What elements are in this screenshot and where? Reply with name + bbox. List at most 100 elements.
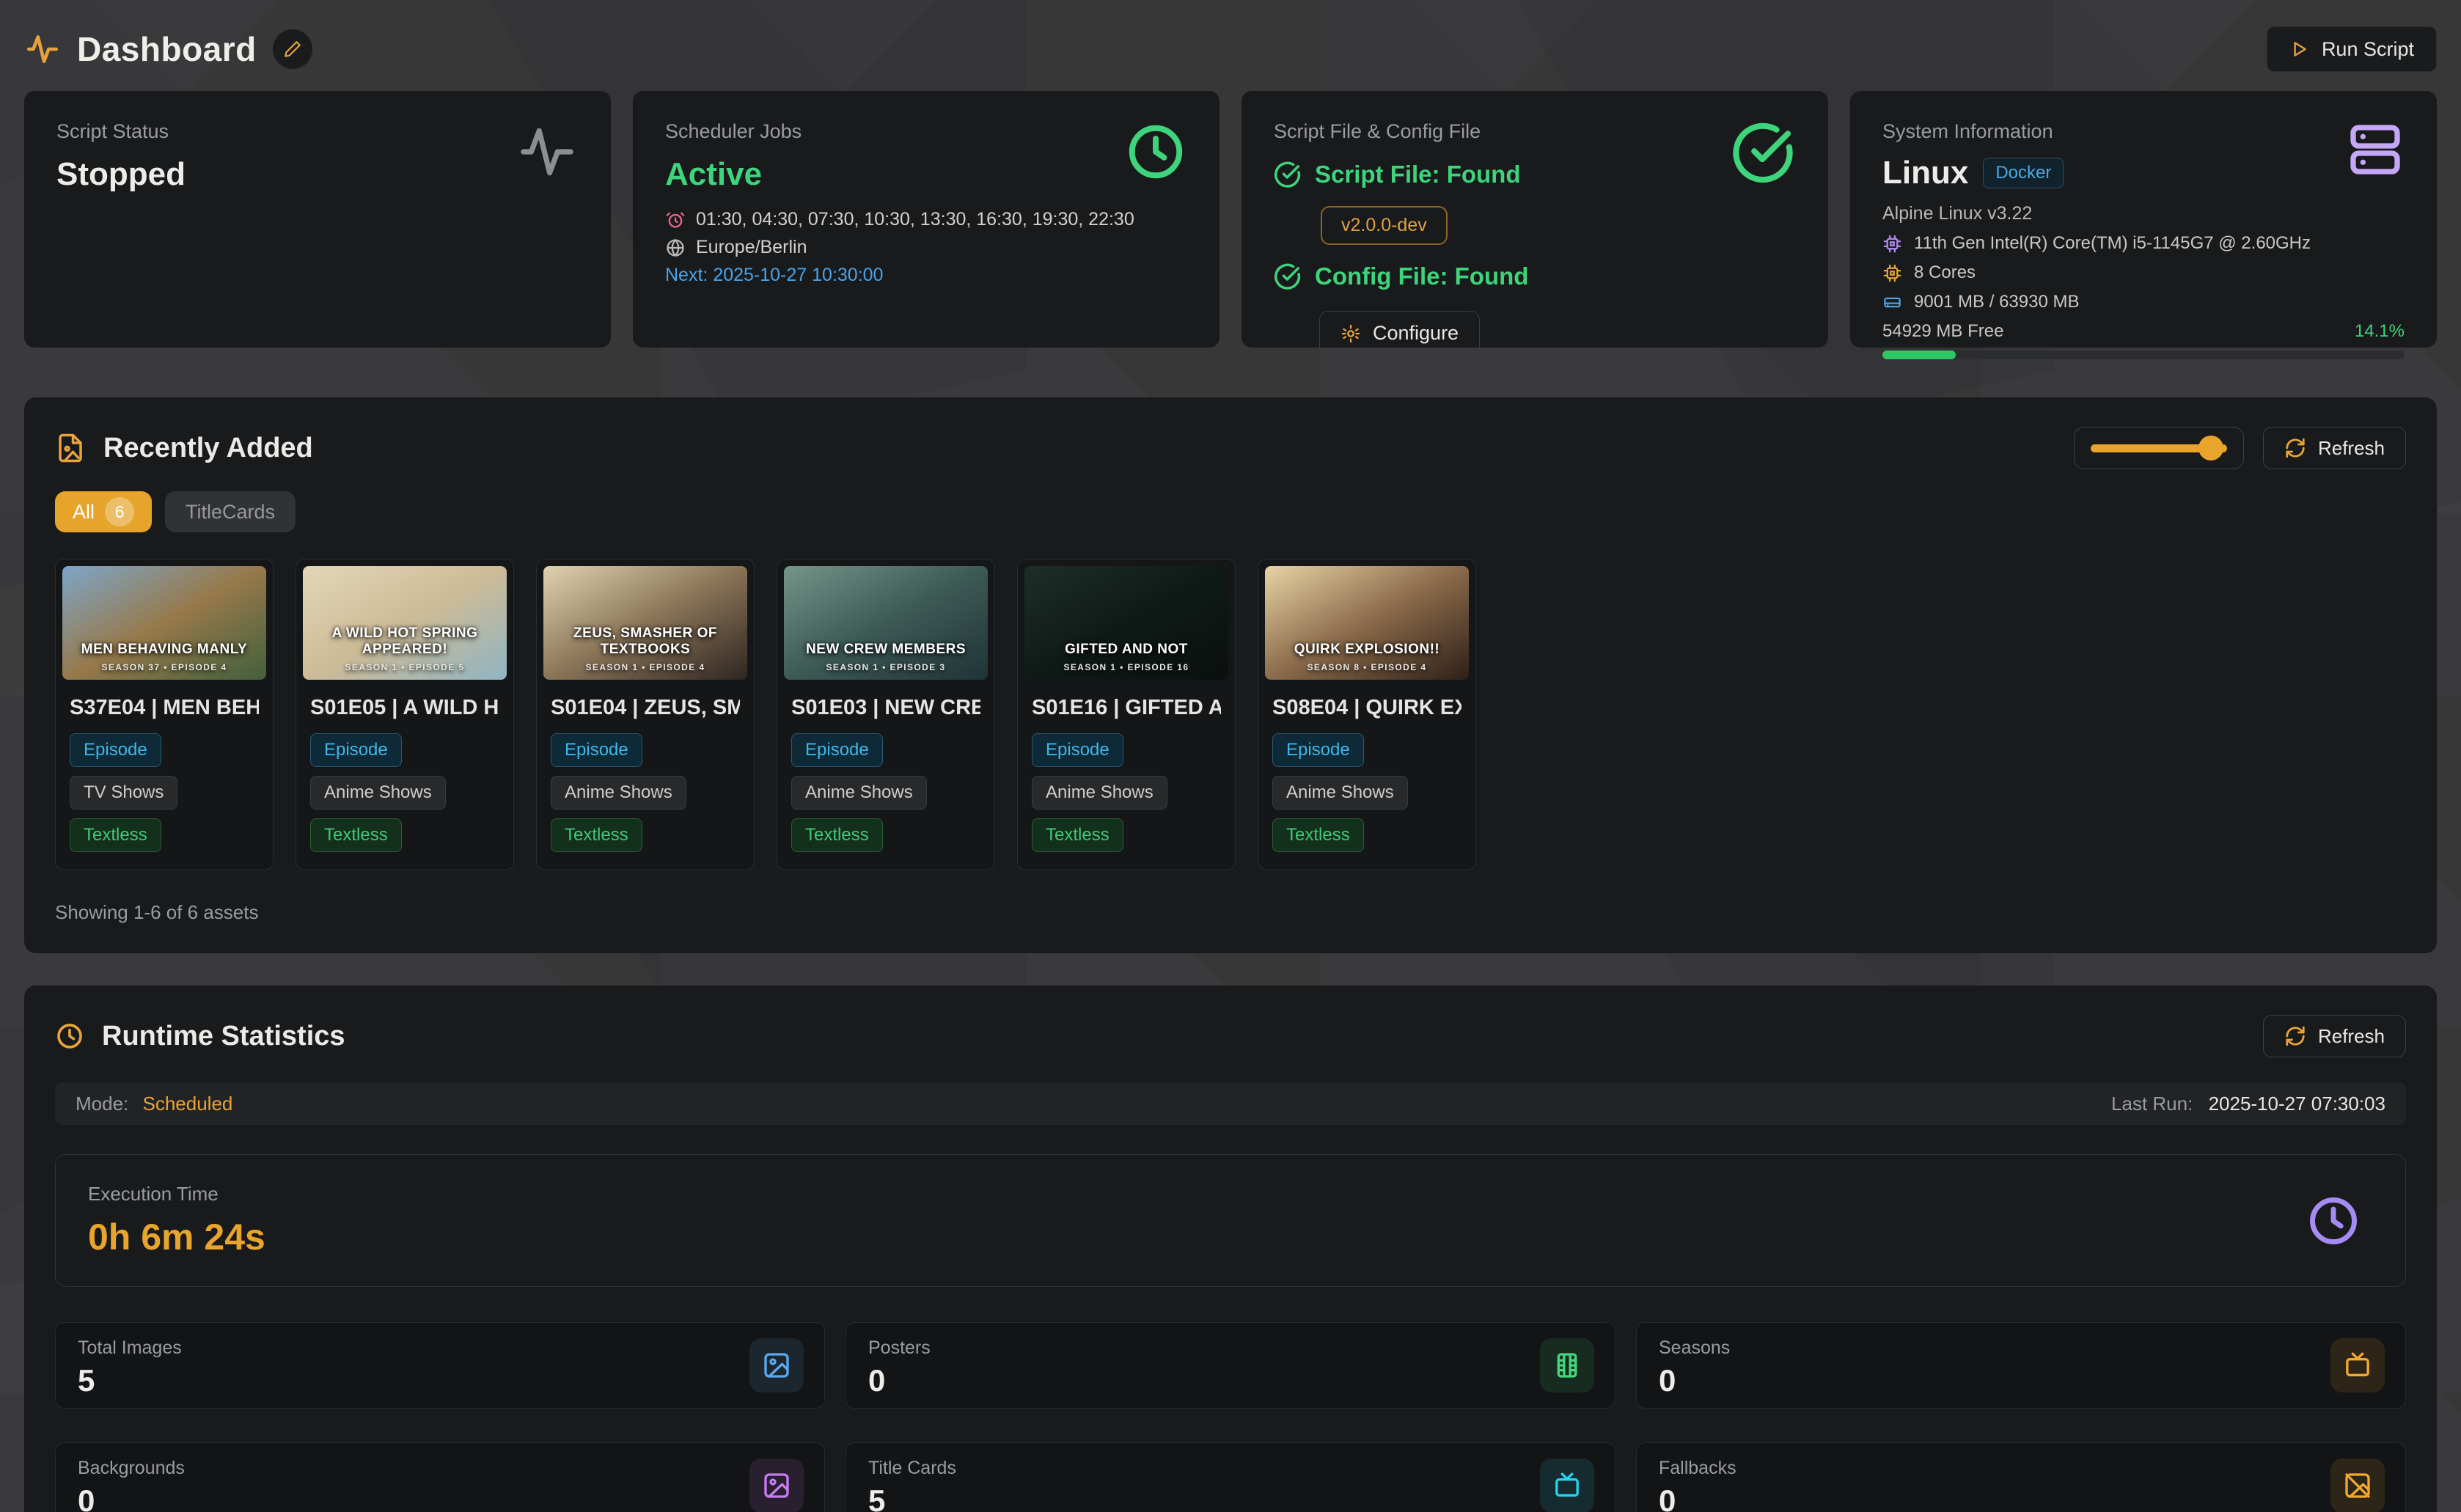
asset-thumbnail: NEW CREW MEMBERS SEASON 1 • EPISODE 3 [784,566,988,680]
system-cpu: 11th Gen Intel(R) Core(TM) i5-1145G7 @ 2… [1914,233,2311,254]
runtime-header: Runtime Statistics Refresh [55,1015,2406,1057]
card-label: Scheduler Jobs [665,120,1187,143]
stat-value: 5 [868,1483,1593,1512]
image-icon [749,1458,804,1512]
check-circle-icon [1274,161,1302,188]
script-status-card: Script Status Stopped [24,91,611,348]
clock-icon [1124,120,1187,183]
stat-label: Backgrounds [78,1458,802,1479]
asset-card[interactable]: GIFTED AND NOT SEASON 1 • EPISODE 16 S01… [1017,559,1236,870]
stat-tile: Title Cards 5 [846,1442,1615,1512]
stat-tile: Backgrounds 0 [55,1442,825,1512]
system-memory: 9001 MB / 63930 MB [1914,292,2079,312]
asset-title: S01E03 | NEW CREW ME... [791,696,980,720]
activity-icon [24,31,61,67]
tag-category: Anime Shows [1272,776,1408,810]
clock-icon [2306,1193,2361,1249]
asset-title: S37E04 | MEN BEHAVING... [70,696,259,720]
asset-thumbnail: QUIRK EXPLOSION!! SEASON 8 • EPISODE 4 [1265,566,1469,680]
asset-thumbnail: MEN BEHAVING MANLY SEASON 37 • EPISODE 4 [62,566,266,680]
asset-tags: Episode Anime Shows Textless [551,733,740,852]
script-file-status: Script File: Found [1315,161,1520,188]
asset-title: S01E05 | A WILD HOT SP... [310,696,499,720]
refresh-runtime-button[interactable]: Refresh [2263,1015,2406,1057]
tag-textless: Textless [551,818,642,852]
stats-grid: Total Images 5 Posters 0 Seasons 0 Backg… [55,1322,2406,1512]
slider-track[interactable] [2091,444,2227,452]
thumbnail-title: GIFTED AND NOT [1024,642,1228,658]
image-icon [749,1338,804,1392]
thumbnail-title: MEN BEHAVING MANLY [62,642,266,658]
hard-drive-icon [1882,293,1902,312]
image-off-icon [2330,1458,2385,1512]
filter-titlecards-label: TitleCards [186,501,275,524]
execution-time-panel: Execution Time 0h 6m 24s [55,1154,2406,1287]
asset-card[interactable]: QUIRK EXPLOSION!! SEASON 8 • EPISODE 4 S… [1258,559,1476,870]
filter-all-button[interactable]: All 6 [55,491,152,532]
thumbnail-subtitle: SEASON 1 • EPISODE 16 [1024,662,1228,672]
refresh-assets-button[interactable]: Refresh [2263,427,2406,469]
asset-card[interactable]: A WILD HOT SPRING APPEARED! SEASON 1 • E… [296,559,514,870]
slider-knob[interactable] [2198,436,2223,460]
system-cpu-row: 11th Gen Intel(R) Core(TM) i5-1145G7 @ 2… [1882,233,2405,254]
asset-card[interactable]: MEN BEHAVING MANLY SEASON 37 • EPISODE 4… [55,559,274,870]
tag-textless: Textless [70,818,161,852]
tag-textless: Textless [1272,818,1364,852]
asset-tags: EpisodeAnime ShowsTextless [1272,733,1461,852]
run-script-button[interactable]: Run Script [2267,26,2437,72]
scheduler-timezone-row: Europe/Berlin [665,237,1187,258]
tag-episode: Episode [791,733,883,767]
stat-tile: Posters 0 [846,1322,1615,1409]
refresh-icon [2284,1025,2306,1047]
run-script-label: Run Script [2322,38,2414,61]
system-cores: 8 Cores [1914,263,1976,283]
refresh-icon [2284,437,2306,459]
page-header: Dashboard Run Script [24,23,2437,75]
execution-time-value: 0h 6m 24s [88,1216,2373,1258]
filter-all-count-badge: 6 [105,497,134,526]
stat-label: Seasons [1659,1337,2383,1359]
asset-tags: EpisodeTV ShowsTextless [70,733,259,852]
tag-episode: Episode [70,733,161,767]
edit-title-button[interactable] [273,29,312,69]
tag-episode: Episode [551,733,642,767]
thumbnail-size-slider[interactable] [2074,427,2244,469]
thumbnail-subtitle: SEASON 1 • EPISODE 4 [543,662,747,672]
filter-titlecards-button[interactable]: TitleCards [165,491,296,532]
film-icon [1540,1338,1594,1392]
tag-category: Anime Shows [791,776,927,810]
tag-category: Anime Shows [551,776,686,810]
tag-textless: Textless [310,818,402,852]
memory-free-row: 54929 MB Free 14.1% [1882,321,2405,342]
thumbnail-caption: A WILD HOT SPRING APPEARED! SEASON 1 • E… [303,625,507,672]
cpu-chip-icon [1882,234,1902,254]
stat-value: 0 [1659,1483,2383,1512]
tv-icon [1540,1458,1594,1512]
stat-label: Title Cards [868,1458,1593,1479]
scheduler-status-value: Active [665,156,1187,193]
asset-card[interactable]: NEW CREW MEMBERS SEASON 1 • EPISODE 3 S0… [777,559,995,870]
system-info-card: System Information Linux Docker Alpine L… [1850,91,2437,348]
runtime-statistics-panel: Runtime Statistics Refresh Mode: Schedul… [24,986,2437,1512]
thumbnail-caption: MEN BEHAVING MANLY SEASON 37 • EPISODE 4 [62,642,266,672]
status-cards-row: Script Status Stopped Scheduler Jobs Act… [24,91,2437,348]
configure-button[interactable]: Configure [1319,311,1480,356]
tag-category: Anime Shows [310,776,446,810]
card-label: System Information [1882,120,2405,143]
memory-free: 54929 MB Free [1882,321,2003,342]
stat-label: Total Images [78,1337,802,1359]
server-icon [2346,120,2405,179]
activity-icon [516,120,579,183]
system-os: Linux [1882,155,1968,191]
thumbnail-title: NEW CREW MEMBERS [784,642,988,658]
asset-card[interactable]: ZEUS, SMASHER OF TEXTBOOKS SEASON 1 • EP… [536,559,755,870]
system-os-row: Linux Docker [1882,155,2405,191]
last-run-label: Last Run: [2111,1093,2193,1115]
filter-all-label: All [73,501,95,524]
recently-added-panel: Recently Added Refresh All 6 TitleCards [24,397,2437,953]
asset-title: S08E04 | QUIRK EXPLOSI... [1272,696,1461,720]
files-card: Script File & Config File Script File: F… [1241,91,1828,348]
docker-badge: Docker [1983,158,2064,188]
mode-info: Mode: Scheduled [76,1093,232,1115]
tag-textless: Textless [791,818,883,852]
